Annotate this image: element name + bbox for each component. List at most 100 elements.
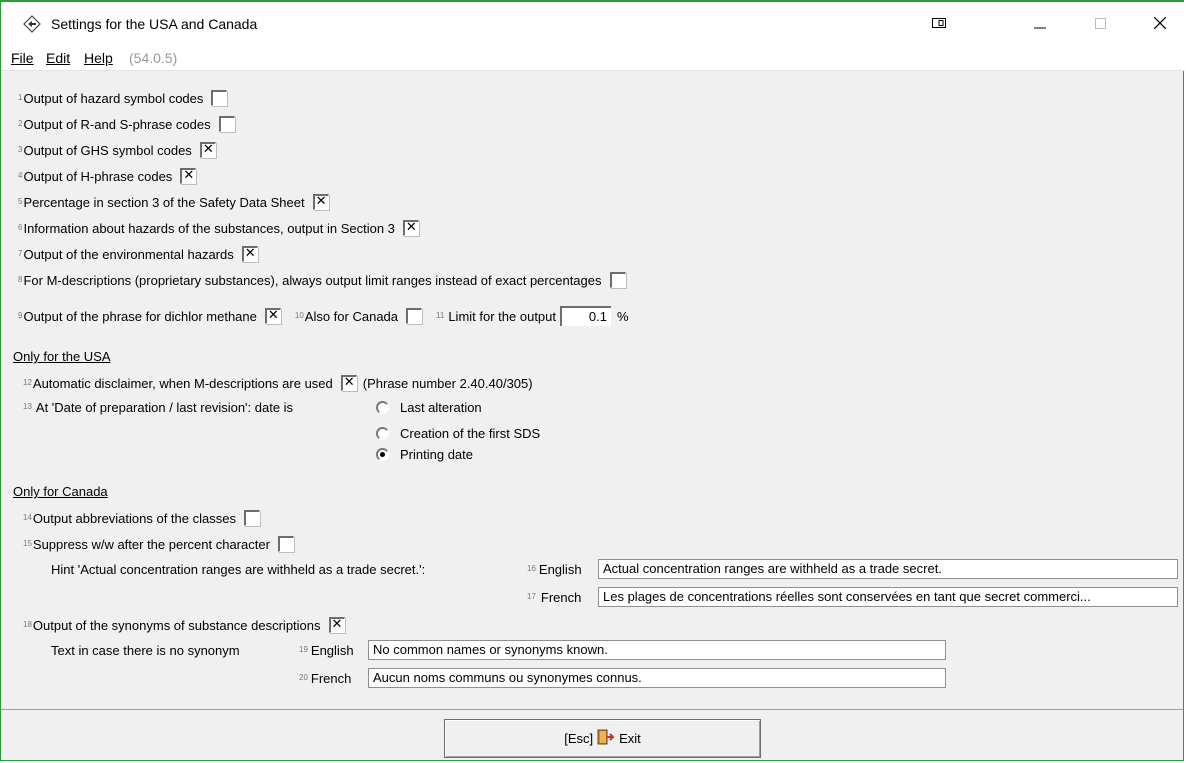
option-number: 13 bbox=[23, 402, 32, 411]
output-limit-input[interactable]: 0.1 bbox=[560, 306, 611, 326]
option-row-5: 5 Percentage in section 3 of the Safety D… bbox=[18, 194, 329, 210]
option-row-13: 13 At 'Date of preparation / last revisi… bbox=[23, 400, 293, 415]
date-radio-printing-date[interactable]: Printing date bbox=[376, 447, 473, 462]
option-number: 1 bbox=[18, 92, 23, 102]
window-title: Settings for the USA and Canada bbox=[51, 16, 258, 32]
option-checkbox[interactable] bbox=[241, 246, 258, 262]
option-number: 11 bbox=[436, 310, 445, 320]
exit-door-icon bbox=[597, 729, 615, 748]
option-row-3: 3 Output of GHS symbol codes bbox=[18, 142, 216, 158]
version-label: (54.0.5) bbox=[129, 50, 178, 66]
radio-label: Creation of the first SDS bbox=[400, 426, 541, 441]
option-checkbox[interactable] bbox=[199, 142, 216, 158]
option-row-8: 8 For M-descriptions (proprietary substan… bbox=[18, 272, 626, 288]
option-label: Automatic disclaimer, when M-description… bbox=[32, 375, 333, 391]
menu-bar: File Edit Help (54.0.5) bbox=[1, 46, 1185, 71]
minimize-button[interactable] bbox=[1017, 2, 1063, 46]
option-label: Output of GHS symbol codes bbox=[23, 142, 192, 158]
date-radio-first-sds[interactable]: Creation of the first SDS bbox=[376, 426, 540, 441]
percent-unit: % bbox=[617, 308, 629, 324]
option-checkbox[interactable] bbox=[312, 194, 329, 210]
option-label: Limit for the output bbox=[448, 308, 556, 324]
option-label: Output of the environmental hazards bbox=[23, 246, 234, 262]
option-number: 3 bbox=[18, 144, 23, 154]
option-number: 12 bbox=[23, 377, 32, 387]
nosyn-english-label: 19 English bbox=[299, 643, 354, 658]
option-row-6: 6 Information about hazards of the substa… bbox=[18, 220, 419, 236]
menu-file[interactable]: File bbox=[11, 50, 34, 66]
option-row-9: 9 Output of the phrase for dichlor metha… bbox=[18, 306, 629, 326]
menu-help[interactable]: Help bbox=[84, 50, 113, 66]
option-checkbox[interactable] bbox=[180, 168, 197, 184]
settings-content: 1 Output of hazard symbol codes 2 Output of… bbox=[1, 74, 1183, 707]
exit-label: Exit bbox=[619, 731, 641, 746]
minimize-icon bbox=[1034, 17, 1046, 32]
title-bar: Settings for the USA and Canada bbox=[1, 2, 1185, 46]
option-row-7: 7 Output of the environmental hazards bbox=[18, 246, 258, 262]
option-row-12: 12 Automatic disclaimer, when M-descript… bbox=[23, 375, 533, 391]
option-number: 4 bbox=[18, 170, 23, 180]
option-number: 18 bbox=[23, 619, 32, 629]
also-canada-checkbox[interactable] bbox=[406, 308, 423, 324]
option-number: 7 bbox=[18, 248, 23, 258]
option-label: Output of the synonyms of substance desc… bbox=[32, 617, 321, 633]
exit-button[interactable]: [Esc] Exit bbox=[444, 719, 761, 758]
option-label: Suppress w/w after the percent character bbox=[32, 536, 270, 552]
hint-label: Hint 'Actual concentration ranges are wi… bbox=[51, 562, 426, 577]
option-label: Output of H-phrase codes bbox=[23, 168, 173, 184]
nosyn-french-input[interactable]: Aucun noms communs ou synonymes connus. bbox=[368, 668, 946, 688]
hint-english-input[interactable]: Actual concentration ranges are withheld… bbox=[598, 559, 1178, 579]
menu-edit[interactable]: Edit bbox=[46, 50, 70, 66]
radio-button[interactable] bbox=[376, 448, 389, 461]
radio-button[interactable] bbox=[376, 427, 389, 440]
option-row-4: 4 Output of H-phrase codes bbox=[18, 168, 197, 184]
option-label: Output of the phrase for dichlor methane bbox=[23, 308, 257, 324]
phrase-number-label: (Phrase number 2.40.40/305) bbox=[362, 375, 533, 391]
option-label: Also for Canada bbox=[304, 308, 399, 324]
option-row-2: 2 Output of R-and S-phrase codes bbox=[18, 116, 235, 132]
option-number: 10 bbox=[294, 310, 304, 320]
option-number: 5 bbox=[18, 196, 23, 206]
dichlor-methane-checkbox[interactable] bbox=[264, 308, 281, 324]
hint-english-label: 16 English bbox=[527, 562, 582, 577]
radio-label: Printing date bbox=[400, 447, 473, 462]
hint-french-label: 17 French bbox=[527, 590, 582, 605]
option-checkbox[interactable] bbox=[609, 272, 626, 288]
tablet-icon bbox=[932, 17, 946, 32]
option-label: Information about hazards of the substan… bbox=[23, 220, 395, 236]
abbreviations-classes-checkbox[interactable] bbox=[243, 510, 260, 526]
maximize-icon bbox=[1094, 17, 1106, 32]
option-checkbox[interactable] bbox=[218, 116, 235, 132]
option-label: Percentage in section 3 of the Safety Da… bbox=[23, 194, 305, 210]
radio-label: Last alteration bbox=[400, 400, 482, 415]
exit-shortcut: [Esc] bbox=[564, 731, 594, 746]
tablet-mode-button[interactable] bbox=[916, 2, 962, 46]
radio-button[interactable] bbox=[376, 401, 389, 414]
option-row-15: 15 Suppress w/w after the percent charac… bbox=[23, 536, 294, 552]
option-number: 2 bbox=[18, 118, 23, 128]
hint-french-input[interactable]: Les plages de concentrations réelles son… bbox=[598, 587, 1178, 607]
date-radio-last-alteration[interactable]: Last alteration bbox=[376, 400, 482, 415]
close-icon bbox=[1153, 16, 1167, 32]
nosyn-french-label: 20 French bbox=[299, 671, 352, 686]
option-label: Output of R-and S-phrase codes bbox=[23, 116, 211, 132]
option-checkbox[interactable] bbox=[211, 90, 228, 106]
option-number: 6 bbox=[18, 222, 23, 232]
option-checkbox[interactable] bbox=[402, 220, 419, 236]
option-row-14: 14 Output abbreviations of the classes bbox=[23, 510, 260, 526]
synonyms-checkbox[interactable] bbox=[328, 617, 345, 633]
option-label: Output abbreviations of the classes bbox=[32, 510, 236, 526]
usa-section-heading: Only for the USA bbox=[13, 349, 111, 364]
automatic-disclaimer-checkbox[interactable] bbox=[340, 375, 357, 391]
close-button[interactable] bbox=[1137, 2, 1183, 46]
maximize-button[interactable] bbox=[1077, 2, 1123, 46]
no-synonym-label: Text in case there is no synonym bbox=[51, 643, 240, 658]
suppress-ww-checkbox[interactable] bbox=[277, 536, 294, 552]
footer-divider bbox=[1, 709, 1183, 710]
settings-window: Settings for the USA and Canada File Edi… bbox=[0, 0, 1185, 761]
option-label: Output of hazard symbol codes bbox=[23, 90, 204, 106]
option-number: 15 bbox=[23, 538, 32, 548]
app-logo-icon bbox=[23, 15, 41, 33]
option-row-1: 1 Output of hazard symbol codes bbox=[18, 90, 228, 106]
nosyn-english-input[interactable]: No common names or synonyms known. bbox=[368, 640, 946, 660]
